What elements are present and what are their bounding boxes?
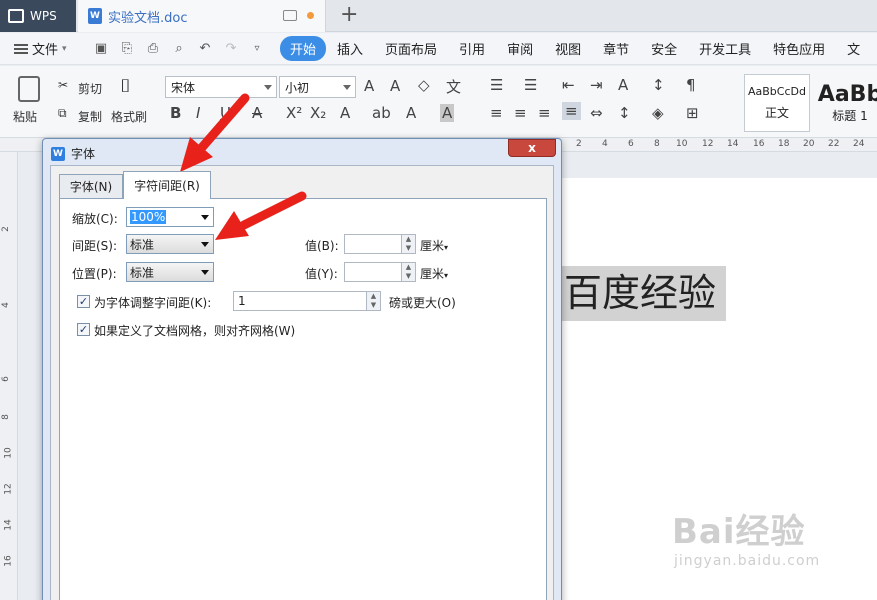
watermark-brand: Bai经验 bbox=[672, 512, 806, 552]
arrow-to-tab-icon bbox=[180, 93, 250, 172]
watermark-url: jingyan.baidu.com bbox=[674, 553, 821, 569]
arrow-to-spacing-icon bbox=[215, 191, 307, 240]
watermark: Bai经验 jingyan.baidu.com bbox=[672, 504, 820, 569]
tab-character-spacing[interactable]: 字符间距(R) bbox=[123, 171, 211, 199]
